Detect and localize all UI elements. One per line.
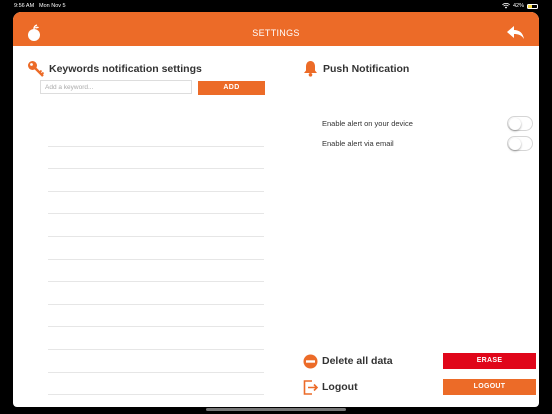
home-indicator — [206, 408, 346, 411]
logout-row: Logout LOGOUT — [303, 379, 536, 400]
list-item — [48, 350, 264, 373]
logout-label: Logout — [322, 381, 358, 393]
keywords-panel: Keywords notification settings ADD — [13, 46, 273, 407]
battery-percent: 42% — [512, 3, 524, 9]
email-alert-toggle[interactable] — [507, 136, 533, 151]
keyword-input[interactable] — [40, 80, 192, 94]
status-date: Mon Nov 5 — [39, 3, 66, 9]
list-item — [48, 327, 264, 350]
logout-button[interactable]: LOGOUT — [443, 379, 536, 395]
device-alert-label: Enable alert on your device — [322, 119, 413, 128]
device-alert-toggle[interactable] — [507, 116, 533, 131]
bell-icon — [303, 60, 318, 82]
battery-icon — [527, 3, 538, 9]
push-title: Push Notification — [323, 63, 410, 75]
email-alert-label: Enable alert via email — [322, 139, 394, 148]
keyword-list — [48, 124, 264, 396]
logout-icon — [303, 380, 319, 400]
status-time: 9:56 AM — [14, 3, 35, 9]
list-item — [48, 237, 264, 260]
erase-button[interactable]: ERASE — [443, 353, 536, 369]
list-item — [48, 169, 264, 192]
status-bar: 9:56 AM Mon Nov 5 42% — [0, 0, 552, 12]
nav-bar: SETTINGS — [13, 12, 539, 46]
list-item — [48, 192, 264, 215]
push-panel: Push Notification Enable alert on your d… — [273, 46, 539, 407]
no-entry-icon — [303, 354, 318, 374]
reply-arrow-icon[interactable] — [507, 26, 525, 45]
wifi-icon — [502, 3, 510, 9]
add-keyword-button[interactable]: ADD — [198, 81, 265, 95]
settings-screen: SETTINGS Keywords notification settings … — [13, 12, 539, 407]
keywords-title: Keywords notification settings — [49, 63, 202, 75]
delete-row: Delete all data ERASE — [303, 353, 536, 374]
list-item — [48, 282, 264, 305]
list-item — [48, 147, 264, 170]
delete-label: Delete all data — [322, 355, 393, 367]
list-item — [48, 260, 264, 283]
status-right: 42% — [502, 0, 538, 12]
list-item — [48, 373, 264, 396]
list-item — [48, 305, 264, 328]
list-item — [48, 214, 264, 237]
email-alert-row: Enable alert via email — [322, 136, 533, 152]
device-alert-row: Enable alert on your device — [322, 116, 533, 132]
list-item — [48, 124, 264, 147]
